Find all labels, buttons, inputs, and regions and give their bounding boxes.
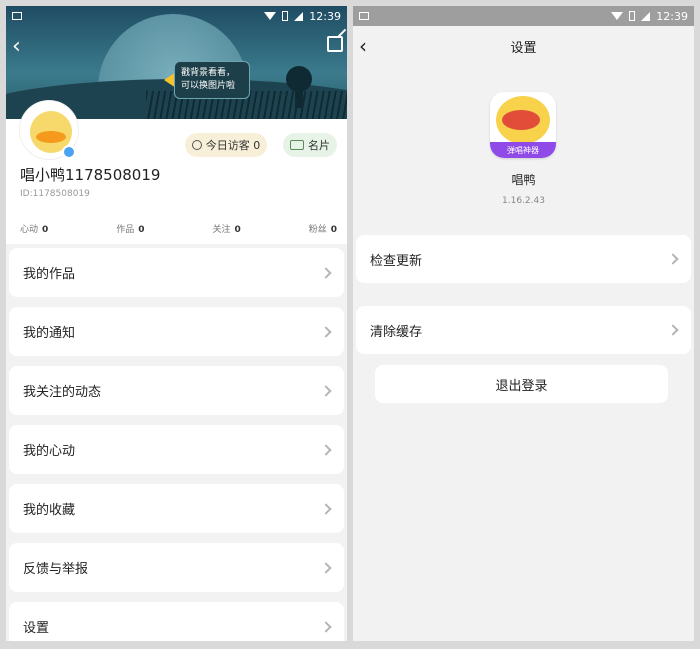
chevron-right-icon bbox=[320, 443, 332, 456]
chevron-right-icon bbox=[320, 561, 332, 574]
stat-likes[interactable]: 心动 0 bbox=[20, 222, 48, 235]
status-time: 12:39 bbox=[309, 9, 341, 23]
menu-item-label: 我的心动 bbox=[23, 444, 76, 459]
stat-label: 关注 bbox=[212, 225, 231, 235]
menu-item-label: 我的作品 bbox=[23, 267, 76, 282]
profile-menu: 我的作品 我的通知 我关注的动态 我的心动 我的收藏 反馈与举报 设置 bbox=[6, 248, 347, 641]
menu-item-label: 我关注的动态 bbox=[23, 385, 102, 400]
chevron-right-icon bbox=[320, 620, 332, 633]
stat-value: 0 bbox=[330, 225, 337, 235]
stat-value: 0 bbox=[42, 225, 49, 235]
status-bar: 12:39 bbox=[6, 6, 347, 26]
stats-row: 心动 0 作品 0 关注 0 粉丝 0 bbox=[20, 222, 337, 235]
app-version: 1.16.2.43 bbox=[502, 196, 545, 206]
male-gender-icon bbox=[62, 145, 76, 159]
chevron-right-icon bbox=[320, 325, 332, 338]
profile-screen: ‹ 戳背景看看， 可以换图片啦 12:39 今日访客 0 名片 唱小鸭11785… bbox=[6, 6, 347, 641]
menu-item-label: 设置 bbox=[23, 621, 50, 636]
image-icon bbox=[12, 12, 22, 20]
visitor-button[interactable]: 今日访客 0 bbox=[185, 133, 267, 157]
user-id: ID:1178508019 bbox=[20, 189, 90, 199]
edit-icon[interactable] bbox=[327, 36, 343, 52]
back-arrow-icon[interactable]: ‹ bbox=[12, 34, 32, 59]
menu-item-my-works[interactable]: 我的作品 bbox=[9, 248, 344, 297]
card-icon bbox=[290, 140, 304, 150]
battery-icon bbox=[282, 11, 289, 21]
signal-icon bbox=[641, 11, 651, 21]
background-tooltip: 戳背景看看， 可以换图片啦 bbox=[174, 61, 250, 99]
menu-item-favorites[interactable]: 我的收藏 bbox=[9, 484, 344, 533]
stat-fans[interactable]: 粉丝 0 bbox=[309, 222, 337, 235]
clear-cache-item[interactable]: 清除缓存 bbox=[356, 306, 691, 354]
logout-label: 退出登录 bbox=[495, 378, 548, 394]
profile-card: 今日访客 0 名片 唱小鸭1178508019 ID:1178508019 心动… bbox=[6, 101, 347, 244]
chevron-right-icon bbox=[320, 502, 332, 515]
back-arrow-icon[interactable]: ‹ bbox=[359, 34, 379, 58]
wifi-icon bbox=[611, 12, 624, 20]
stat-value: 0 bbox=[234, 225, 241, 235]
menu-item-following-feed[interactable]: 我关注的动态 bbox=[9, 366, 344, 415]
settings-screen: 12:39 ‹ 设置 弹唱神器 唱鸭 1.16.2.43 检查更新 清除缓存 退… bbox=[353, 6, 694, 641]
tooltip-text: 戳背景看看， 可以换图片啦 bbox=[181, 68, 236, 91]
menu-item-label: 我的通知 bbox=[23, 326, 76, 341]
stat-label: 心动 bbox=[20, 225, 39, 235]
battery-icon bbox=[629, 11, 636, 21]
menu-item-settings[interactable]: 设置 bbox=[9, 602, 344, 641]
stat-label: 作品 bbox=[116, 225, 135, 235]
wifi-icon bbox=[264, 12, 277, 20]
silhouette-body-decoration bbox=[295, 88, 303, 108]
app-badge: 弹唱神器 bbox=[490, 142, 556, 158]
image-icon bbox=[359, 12, 369, 20]
username: 唱小鸭1178508019 bbox=[20, 166, 161, 184]
settings-item-label: 清除缓存 bbox=[370, 324, 423, 340]
status-time: 12:39 bbox=[656, 9, 688, 23]
duck-mouth-icon bbox=[502, 110, 540, 130]
card-label: 名片 bbox=[308, 139, 330, 152]
settings-item-label: 检查更新 bbox=[370, 253, 423, 269]
chevron-right-icon bbox=[667, 253, 679, 265]
app-name: 唱鸭 bbox=[511, 173, 536, 187]
settings-header: ‹ 设置 bbox=[353, 26, 694, 66]
person-icon bbox=[191, 140, 202, 150]
stat-works[interactable]: 作品 0 bbox=[116, 222, 144, 235]
signal-icon bbox=[294, 11, 304, 21]
stat-following[interactable]: 关注 0 bbox=[212, 222, 240, 235]
menu-item-label: 反馈与举报 bbox=[23, 562, 89, 577]
menu-item-label: 我的收藏 bbox=[23, 503, 76, 518]
stat-value: 0 bbox=[138, 225, 145, 235]
stat-label: 粉丝 bbox=[308, 225, 327, 235]
check-update-item[interactable]: 检查更新 bbox=[356, 235, 691, 283]
page-title: 设置 bbox=[510, 40, 537, 56]
card-button[interactable]: 名片 bbox=[283, 133, 337, 157]
logout-button[interactable]: 退出登录 bbox=[375, 365, 668, 403]
chevron-right-icon bbox=[320, 384, 332, 397]
app-logo: 弹唱神器 bbox=[490, 92, 556, 158]
status-bar: 12:39 bbox=[353, 6, 694, 26]
menu-item-notifications[interactable]: 我的通知 bbox=[9, 307, 344, 356]
visitor-label: 今日访客 0 bbox=[205, 139, 261, 152]
chevron-right-icon bbox=[320, 266, 332, 279]
menu-item-my-likes[interactable]: 我的心动 bbox=[9, 425, 344, 474]
chevron-right-icon bbox=[667, 324, 679, 336]
duck-beak-icon bbox=[36, 131, 66, 143]
menu-item-feedback[interactable]: 反馈与举报 bbox=[9, 543, 344, 592]
